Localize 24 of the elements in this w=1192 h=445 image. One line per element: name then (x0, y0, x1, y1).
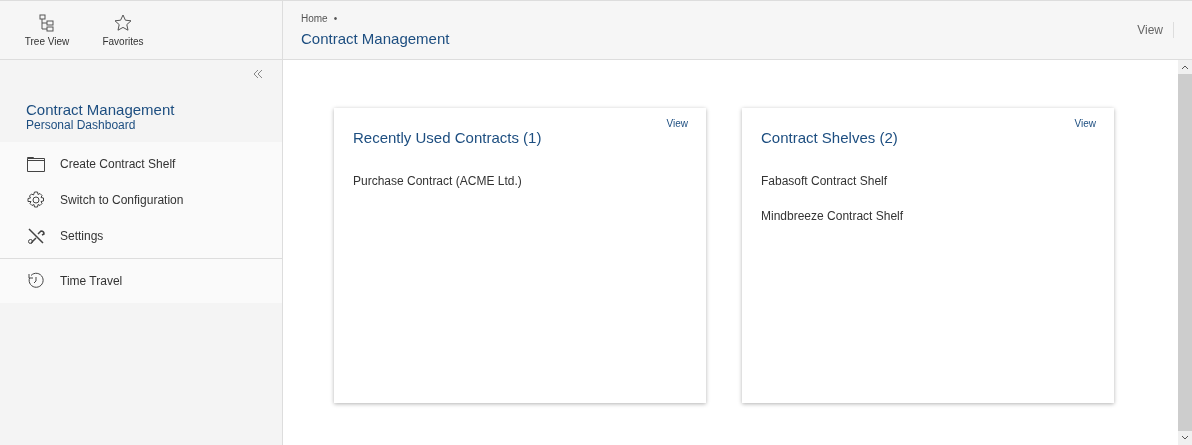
tools-icon (26, 226, 46, 246)
card-title: Contract Shelves (2) (761, 129, 899, 146)
menu-item[interactable]: Switch to Configuration (0, 182, 282, 218)
card-item-link[interactable]: Mindbreeze Contract Shelf (761, 209, 904, 223)
card-item-link[interactable]: Purchase Contract (ACME Ltd.) (353, 174, 522, 188)
star-icon (113, 13, 133, 33)
sidebar-title: Contract Management (26, 101, 176, 118)
sidebar-subtitle: Personal Dashboard (26, 118, 137, 132)
clock-icon (26, 271, 46, 291)
toolbar-button[interactable]: Favorites (92, 1, 154, 59)
card-item-link[interactable]: Fabasoft Contract Shelf (761, 174, 888, 188)
breadcrumb-separator: • (333, 13, 338, 24)
menu-item[interactable]: Create Contract Shelf (0, 146, 282, 182)
view-link[interactable]: View (1074, 118, 1096, 129)
view-button[interactable]: View (1131, 22, 1174, 38)
menu-item[interactable]: Settings (0, 218, 282, 254)
gear-icon (26, 190, 46, 210)
page-title: Contract Management (301, 30, 450, 47)
toolbar-button[interactable]: Tree View (16, 1, 78, 59)
tree-icon (37, 13, 57, 33)
breadcrumb-link[interactable]: Home (301, 13, 328, 24)
view-link[interactable]: View (666, 118, 688, 129)
folder-icon (26, 154, 46, 174)
card-title: Recently Used Contracts (1) (353, 129, 543, 146)
